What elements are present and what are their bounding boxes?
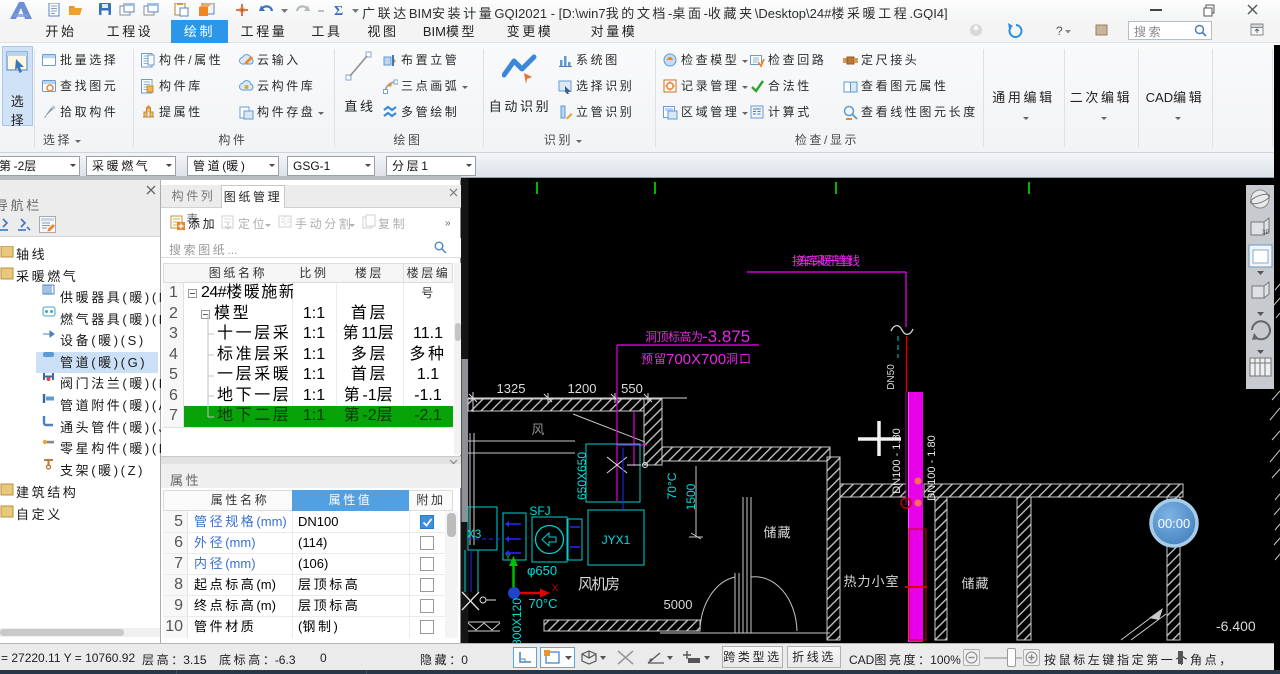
- svg-text:JYX1: JYX1: [602, 533, 631, 547]
- svg-text:650X650: 650X650: [575, 452, 589, 500]
- svg-text:储藏: 储藏: [962, 576, 989, 591]
- svg-text:DN100 - 1.80: DN100 - 1.80: [926, 435, 938, 500]
- svg-text:接车库采暖干管管线: 接车库采暖干管管线: [792, 253, 860, 268]
- svg-text:-6.400: -6.400: [1216, 618, 1256, 634]
- svg-text:800X120: 800X120: [510, 598, 524, 643]
- svg-text:?: ?: [1056, 24, 1063, 38]
- svg-text:Y: Y: [505, 552, 511, 562]
- svg-text:X: X: [552, 583, 558, 593]
- svg-text:洞口: 洞口: [726, 352, 750, 366]
- svg-text:Σ: Σ: [334, 4, 343, 18]
- svg-text:DN50: DN50: [886, 364, 897, 390]
- svg-text:φ650: φ650: [527, 563, 557, 578]
- svg-text:70°C: 70°C: [528, 596, 557, 611]
- svg-text:热力小室: 热力小室: [844, 574, 899, 589]
- svg-text:70°C: 70°C: [665, 472, 679, 499]
- svg-text:700X700: 700X700: [666, 351, 726, 368]
- svg-text:5000: 5000: [664, 597, 693, 612]
- svg-text:储藏: 储藏: [764, 525, 791, 540]
- svg-text:1325: 1325: [497, 381, 526, 396]
- svg-text:00:00: 00:00: [1158, 516, 1191, 531]
- svg-text:洞顶标高为: 洞顶标高为: [645, 329, 702, 344]
- svg-text:风: 风: [531, 422, 546, 437]
- svg-text:550: 550: [621, 381, 643, 396]
- svg-text:预留: 预留: [641, 352, 665, 366]
- svg-text:3D: 3D: [1262, 230, 1270, 236]
- svg-text:SFJ: SFJ: [529, 504, 550, 518]
- svg-text:风机房: 风机房: [578, 576, 620, 593]
- svg-text:1200: 1200: [568, 381, 597, 396]
- svg-text:-3.875: -3.875: [702, 327, 750, 346]
